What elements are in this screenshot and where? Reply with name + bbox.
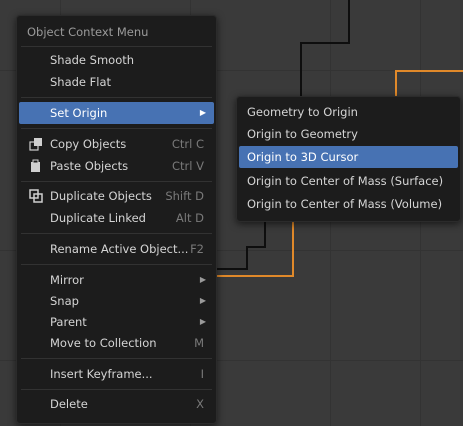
submenu-item-label: Geometry to Origin: [247, 105, 358, 119]
menu-item-label: Copy Objects: [50, 137, 127, 151]
selection-outline: [292, 220, 294, 275]
menu-item-delete[interactable]: Delete X: [19, 393, 214, 415]
separator: [21, 233, 212, 234]
submenu-item-label: Origin to 3D Cursor: [247, 150, 359, 164]
menu-item-shade-smooth[interactable]: Shade Smooth: [19, 49, 214, 71]
submenu-item-geometry-to-origin[interactable]: Geometry to Origin: [239, 101, 458, 123]
menu-item-rename-active-object[interactable]: Rename Active Object... F2: [19, 238, 214, 260]
shortcut-label: Alt D: [175, 211, 204, 225]
shortcut-label: M: [194, 336, 204, 350]
menu-item-duplicate-linked[interactable]: Duplicate Linked Alt D: [19, 207, 214, 229]
submenu-arrow-icon: ▶: [199, 296, 206, 305]
menu-item-label: Move to Collection: [50, 336, 157, 350]
object-edge: [264, 218, 266, 246]
menu-item-label: Rename Active Object...: [50, 242, 189, 256]
selection-outline: [395, 70, 463, 72]
menu-item-label: Duplicate Linked: [50, 211, 146, 225]
menu-item-label: Parent: [50, 315, 87, 329]
submenu-arrow-icon: ▶: [199, 108, 206, 117]
menu-item-label: Insert Keyframe...: [50, 367, 153, 381]
selection-outline: [395, 70, 397, 96]
menu-item-duplicate-objects[interactable]: Duplicate Objects Shift D: [19, 185, 214, 207]
object-edge: [246, 246, 248, 268]
shortcut-label: X: [196, 397, 204, 411]
menu-item-label: Shade Flat: [50, 75, 112, 89]
shortcut-label: F2: [190, 242, 204, 256]
menu-item-label: Mirror: [50, 273, 84, 287]
separator: [21, 97, 212, 98]
separator: [21, 389, 212, 390]
submenu-arrow-icon: ▶: [199, 275, 206, 284]
menu-item-parent[interactable]: Parent ▶: [19, 311, 214, 333]
menu-item-insert-keyframe[interactable]: Insert Keyframe... I: [19, 363, 214, 385]
object-edge: [215, 268, 248, 270]
selection-outline: [215, 275, 294, 277]
menu-item-copy-objects[interactable]: Copy Objects Ctrl C: [19, 133, 214, 155]
object-edge: [246, 246, 266, 248]
menu-item-label: Snap: [50, 294, 79, 308]
submenu-item-origin-to-3d-cursor[interactable]: Origin to 3D Cursor: [239, 146, 458, 168]
menu-item-label: Set Origin: [50, 106, 108, 120]
shortcut-label: Ctrl V: [172, 159, 204, 173]
menu-item-label: Delete: [50, 397, 88, 411]
separator: [21, 264, 212, 265]
shortcut-label: Ctrl C: [171, 137, 204, 151]
menu-item-mirror[interactable]: Mirror ▶: [19, 269, 214, 291]
3d-viewport[interactable]: Object Context Menu Shade Smooth Shade F…: [0, 0, 463, 426]
paste-icon: [29, 155, 43, 181]
object-edge: [348, 0, 350, 42]
separator: [21, 128, 212, 129]
menu-item-label: Shade Smooth: [50, 53, 135, 67]
submenu-item-label: Origin to Center of Mass (Volume): [247, 197, 443, 211]
set-origin-submenu: Geometry to Origin Origin to Geometry Or…: [236, 96, 461, 222]
submenu-arrow-icon: ▶: [199, 317, 206, 326]
object-context-menu: Object Context Menu Shade Smooth Shade F…: [16, 15, 217, 424]
separator: [21, 358, 212, 359]
submenu-item-label: Origin to Center of Mass (Surface): [247, 174, 444, 188]
separator: [21, 181, 212, 182]
shortcut-label: Shift D: [165, 189, 204, 203]
menu-item-shade-flat[interactable]: Shade Flat: [19, 71, 214, 93]
menu-item-paste-objects[interactable]: Paste Objects Ctrl V: [19, 155, 214, 177]
object-edge: [300, 42, 350, 44]
menu-title: Object Context Menu: [27, 25, 149, 39]
submenu-item-label: Origin to Geometry: [247, 127, 358, 141]
menu-item-label: Paste Objects: [50, 159, 129, 173]
object-edge: [300, 42, 302, 96]
menu-item-move-to-collection[interactable]: Move to Collection M: [19, 332, 214, 354]
submenu-item-origin-to-center-of-mass-volume[interactable]: Origin to Center of Mass (Volume): [239, 193, 458, 215]
submenu-item-origin-to-geometry[interactable]: Origin to Geometry: [239, 123, 458, 145]
separator: [21, 46, 212, 47]
shortcut-label: I: [200, 367, 204, 381]
menu-item-label: Duplicate Objects: [50, 189, 152, 203]
menu-item-snap[interactable]: Snap ▶: [19, 290, 214, 312]
submenu-item-origin-to-center-of-mass-surface[interactable]: Origin to Center of Mass (Surface): [239, 170, 458, 192]
menu-item-set-origin[interactable]: Set Origin ▶: [19, 102, 214, 124]
